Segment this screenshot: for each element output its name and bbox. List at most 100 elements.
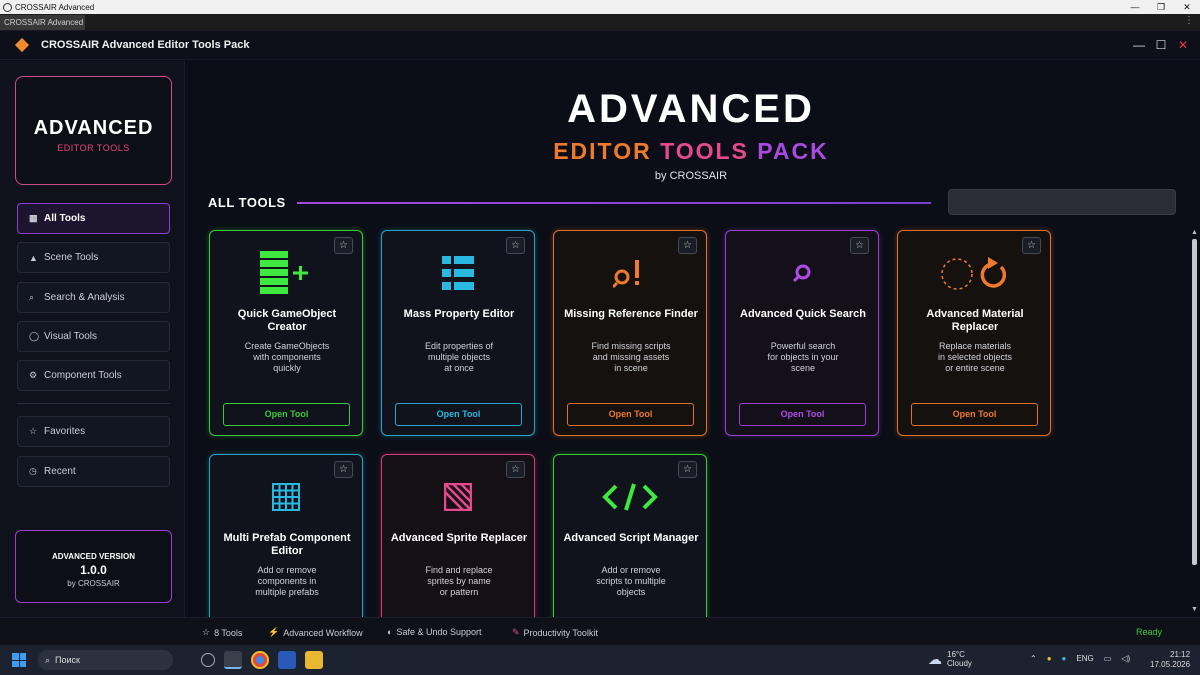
status-ready: Ready <box>1135 627 1162 637</box>
open-tool-button[interactable]: Open Tool <box>395 403 522 426</box>
system-tray: ⌃ ● ● ENG ▭ ◁) <box>1030 654 1130 663</box>
gear-icon: ⚙ <box>29 370 38 380</box>
tool-card-missing-reference-finder: ☆ Missing Reference Finder Find missing … <box>553 230 707 436</box>
scroll-thumb[interactable] <box>1192 239 1197 565</box>
weather-widget[interactable]: ☁ 16°C Cloudy <box>928 650 972 668</box>
kebab-menu-icon[interactable]: ⋮ <box>1184 15 1194 26</box>
os-title-bar: CROSSAIR Advanced — ❐ ✕ <box>0 0 1200 14</box>
minimize-button[interactable]: — <box>1132 38 1146 52</box>
search-input[interactable] <box>948 189 1176 215</box>
status-workflow-label: Advanced Workflow <box>283 627 363 638</box>
list-grid-icon <box>382 251 534 295</box>
card-description: Find and replace sprites by name or patt… <box>425 565 493 597</box>
circle-icon: ◯ <box>29 331 40 341</box>
scroll-up-icon[interactable]: ▲ <box>1191 229 1198 236</box>
word-app-icon[interactable] <box>278 651 296 669</box>
weather-condition: Cloudy <box>947 659 972 668</box>
sidebar-divider <box>17 403 170 404</box>
maximize-button[interactable]: ☐ <box>1154 38 1168 52</box>
os-window-title: CROSSAIR Advanced <box>15 2 95 12</box>
card-description: Powerful search for objects in your scen… <box>767 341 839 373</box>
card-title: Mass Property Editor <box>403 308 515 320</box>
code-icon <box>554 475 706 519</box>
card-description: Find missing scripts and missing assets … <box>591 341 671 373</box>
status-tools-label: 8 Tools <box>214 627 243 638</box>
window-title: CROSSAIR Advanced Editor Tools Pack <box>41 39 250 51</box>
hero-word-tools: TOOLS <box>660 138 749 164</box>
shield-icon: ◐ <box>387 627 393 637</box>
lightning-icon: ⚡ <box>268 627 280 637</box>
version-card: ADVANCED VERSION 1.0.0 by CROSSAIR <box>15 530 172 603</box>
logo-title: ADVANCED <box>33 117 154 139</box>
tool-card-advanced-material-replacer: ☆ Advanced Material Replacer Replace mat… <box>897 230 1051 436</box>
card-title: Advanced Quick Search <box>740 308 866 320</box>
tray-app-icon-2[interactable]: ● <box>1062 654 1067 663</box>
sprite-icon <box>382 475 534 519</box>
star-icon: ☆ <box>202 627 211 637</box>
windows-start-icon[interactable] <box>12 653 26 667</box>
logo-subtitle: EDITOR TOOLS <box>57 143 130 153</box>
main-content: ADVANCED EDITOR TOOLS PACK by CROSSAIR A… <box>186 61 1200 617</box>
volume-icon[interactable]: ◁) <box>1121 654 1130 663</box>
os-minimize-button[interactable]: — <box>1122 2 1148 13</box>
language-indicator[interactable]: ENG <box>1076 654 1093 663</box>
sidebar-item-label: Favorites <box>44 426 86 437</box>
card-title: Multi Prefab Component Editor <box>223 532 351 557</box>
status-bar: ☆ 8 Tools ⚡ Advanced Workflow ◐ Safe & U… <box>0 617 1200 645</box>
unity-app-icon[interactable] <box>201 653 215 667</box>
sidebar-item-search-analysis[interactable]: ⌕ Search & Analysis <box>17 282 170 313</box>
os-restore-button[interactable]: ❐ <box>1148 2 1174 13</box>
tool-card-advanced-sprite-replacer: ☆ Advanced Sprite Replacer Find and repl… <box>381 454 535 617</box>
status-undo-label: Safe & Undo Support <box>396 627 482 637</box>
window-header: CROSSAIR Advanced Editor Tools Pack — ☐ … <box>0 31 1200 60</box>
scroll-down-icon[interactable]: ▼ <box>1191 606 1198 613</box>
card-description: Replace materials in selected objects or… <box>937 341 1013 373</box>
close-button[interactable]: ✕ <box>1176 38 1190 52</box>
open-tool-button[interactable]: Open Tool <box>567 403 694 426</box>
clock-time: 21:12 <box>1170 650 1191 659</box>
tool-card-multi-prefab-component-editor: ☆ Multi Prefab Component Editor Add or r… <box>209 454 363 617</box>
grid-icon <box>210 475 362 519</box>
open-tool-button[interactable]: Open Tool <box>223 403 350 426</box>
sidebar-item-scene-tools[interactable]: ▲ Scene Tools <box>17 242 170 273</box>
taskbar-clock[interactable]: 21:12 17.05.2026 <box>1150 650 1190 670</box>
sidebar-item-label: Recent <box>44 466 76 477</box>
clock-icon: ◷ <box>29 466 37 476</box>
open-tool-button[interactable]: Open Tool <box>739 403 866 426</box>
status-workflow: ⚡ Advanced Workflow <box>268 627 363 638</box>
card-description: Add or remove components in multiple pre… <box>255 565 319 597</box>
sidebar-item-component-tools[interactable]: ⚙ Component Tools <box>17 360 170 391</box>
sidebar-item-recent[interactable]: ◷ Recent <box>17 456 170 487</box>
network-icon[interactable]: ▭ <box>1104 654 1112 663</box>
sidebar-item-favorites[interactable]: ☆ Favorites <box>17 416 170 447</box>
sidebar-item-all-tools[interactable]: ▦ All Tools <box>17 203 170 234</box>
tool-card-mass-property-editor: ☆ Mass Property Editor Edit properties o… <box>381 230 535 436</box>
taskbar-search-label: Поиск <box>55 655 80 665</box>
crossair-app-icon[interactable] <box>224 651 242 669</box>
app-icon <box>3 2 12 12</box>
hero-byline: by CROSSAIR <box>654 170 728 182</box>
grid-icon: ▦ <box>29 213 38 223</box>
explorer-app-icon[interactable] <box>305 651 323 669</box>
taskbar-search[interactable]: ⌕ Поиск <box>38 650 173 670</box>
sidebar-item-label: Scene Tools <box>44 252 99 263</box>
open-tool-button[interactable]: Open Tool <box>911 403 1038 426</box>
section-divider <box>297 202 931 204</box>
diamond-logo-icon <box>14 37 30 53</box>
triangle-icon: ▲ <box>29 252 38 263</box>
chevron-up-icon[interactable]: ⌃ <box>1030 654 1037 663</box>
vertical-scrollbar[interactable]: ▲ ▼ <box>1188 229 1200 617</box>
clock-date: 17.05.2026 <box>1150 660 1191 669</box>
tab-crossair[interactable]: CROSSAIR Advanced <box>0 15 85 30</box>
taskbar: ⌕ Поиск ☁ 16°C Cloudy ⌃ ● ● ENG ▭ ◁) 21:… <box>0 645 1200 675</box>
tool-card-quick-gameobject-creator: ☆ Quick GameObject Creator Create GameOb… <box>209 230 363 436</box>
sidebar-item-visual-tools[interactable]: ◯ Visual Tools <box>17 321 170 352</box>
os-close-button[interactable]: ✕ <box>1174 2 1200 13</box>
tool-card-advanced-quick-search: ☆ Advanced Quick Search Powerful search … <box>725 230 879 436</box>
status-undo: ◐ Safe & Undo Support <box>387 627 482 637</box>
chrome-app-icon[interactable] <box>251 651 269 669</box>
tray-app-icon[interactable]: ● <box>1047 654 1052 663</box>
brush-icon: ✎ <box>512 627 520 637</box>
card-title: Advanced Sprite Replacer <box>390 532 528 544</box>
card-description: Edit properties of multiple objects at o… <box>424 341 494 373</box>
